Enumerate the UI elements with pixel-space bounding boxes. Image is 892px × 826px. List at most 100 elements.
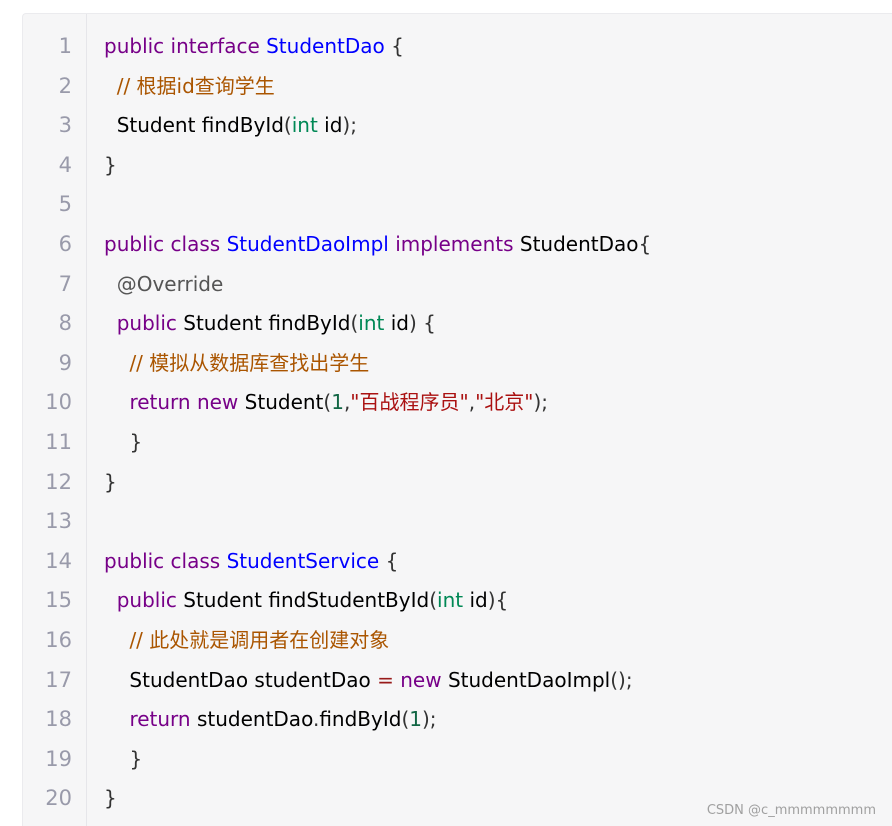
line-number: 18 — [45, 707, 72, 732]
code-token: int — [291, 113, 318, 138]
code-line: return studentDao.findById(1); — [104, 705, 437, 733]
code-token: return — [129, 707, 191, 732]
code-token: StudentDaoImpl — [441, 667, 611, 692]
line-number: 9 — [58, 350, 72, 375]
line-number: 1 — [58, 34, 72, 58]
code-token: StudentDaoImpl — [226, 232, 389, 256]
code-token: ( — [429, 588, 438, 613]
line-number: 15 — [45, 588, 72, 613]
line-number: 16 — [45, 628, 72, 652]
code-token: { — [384, 34, 404, 58]
code-block: 1 2 3 4 5 6 7 8 9 10 11 12 13 14 15 16 17 18 19 20 public i… — [22, 13, 892, 826]
code-token: id — [317, 113, 343, 138]
code-line: public Student findById(int id) { — [104, 309, 436, 337]
code-token: "百战程序员" — [350, 390, 469, 415]
code-token: implements — [395, 232, 514, 256]
line-number: 11 — [45, 430, 72, 454]
code-token: new — [196, 390, 239, 415]
code-token: public — [116, 311, 177, 336]
code-token: int — [437, 588, 464, 613]
code-token: public — [104, 232, 165, 256]
code-token: public — [104, 548, 165, 573]
code-token: class — [170, 232, 221, 256]
code-line: return new Student(1,"百战程序员","北京"); — [104, 388, 548, 416]
code-token: ); — [533, 390, 549, 415]
code-line: } — [104, 784, 117, 812]
code-token: public — [116, 588, 177, 613]
code-token: StudentDao — [266, 34, 385, 58]
code-token: ); — [342, 113, 357, 138]
line-number: 14 — [45, 548, 72, 573]
watermark: CSDN @c_mmmmmmmm — [706, 803, 876, 818]
code-line: // 根据id查询学生 — [104, 72, 275, 100]
code-line: public interface StudentDao { — [104, 32, 404, 60]
code-line: } — [104, 468, 117, 496]
code-token: id — [384, 311, 409, 336]
code-token: Student — [238, 390, 324, 415]
code-line: Student findById(int id); — [104, 111, 357, 139]
code-line: } — [104, 151, 117, 179]
line-number: 17 — [45, 667, 72, 692]
code-token: ) { — [408, 311, 436, 336]
line-number: 6 — [58, 232, 72, 256]
code-token: = — [377, 667, 394, 692]
code-token: } — [104, 469, 117, 494]
code-token: 1 — [409, 707, 422, 732]
code-token: // 此处就是调用者在创建对象 — [129, 628, 390, 652]
code-token: } — [104, 152, 117, 177]
code-token: StudentDao studentDao — [104, 667, 378, 692]
line-number: 20 — [45, 786, 72, 811]
code-token: Student findStudentById — [176, 588, 430, 613]
code-token: "北京" — [475, 390, 534, 415]
code-token: StudentDao — [513, 232, 639, 256]
code-token: ){ — [487, 588, 509, 613]
line-number: 7 — [58, 271, 72, 296]
code-token: ( — [283, 113, 292, 138]
code-token: public — [104, 34, 165, 58]
code-line: // 此处就是调用者在创建对象 — [104, 626, 389, 654]
code-line: } — [104, 745, 142, 773]
line-number: 13 — [45, 509, 72, 534]
code-line: public class StudentService { — [104, 547, 398, 575]
code-token: int — [358, 311, 385, 336]
line-number: 12 — [45, 469, 72, 494]
line-number: 2 — [58, 73, 72, 98]
code-line: StudentDao studentDao = new StudentDaoIm… — [104, 666, 633, 694]
code-line: @Override — [104, 270, 224, 298]
line-number: 4 — [58, 152, 72, 177]
line-number: 3 — [58, 113, 72, 138]
line-number: 8 — [58, 311, 72, 336]
code-token: 1 — [331, 390, 344, 415]
code-token: } — [104, 786, 117, 811]
code-token: { — [379, 548, 399, 573]
line-number-gutter: 1 2 3 4 5 6 7 8 9 10 11 12 13 14 15 16 17 18 19 20 — [23, 14, 87, 826]
line-number: 19 — [45, 746, 72, 771]
code-token: (); — [610, 667, 633, 692]
code-token: StudentService — [226, 548, 380, 573]
code-token: return — [129, 390, 191, 415]
code-token: Student findById — [104, 113, 284, 138]
code-token: id — [463, 588, 488, 613]
code-token: } — [129, 746, 143, 771]
code-line: } — [104, 428, 142, 456]
code-token: ); — [421, 707, 437, 732]
code-token: studentDao — [190, 707, 313, 732]
code-line: // 模拟从数据库查找出学生 — [104, 349, 369, 377]
code-token: new — [400, 667, 442, 692]
code-token: interface — [170, 34, 260, 58]
code-token: findById — [319, 707, 402, 732]
code-token: // 根据id查询学生 — [116, 73, 275, 98]
code-token: class — [170, 548, 221, 573]
code-token: // 模拟从数据库查找出学生 — [129, 350, 370, 375]
code-line: public class StudentDaoImpl implements S… — [104, 230, 651, 258]
code-token: { — [638, 232, 652, 256]
